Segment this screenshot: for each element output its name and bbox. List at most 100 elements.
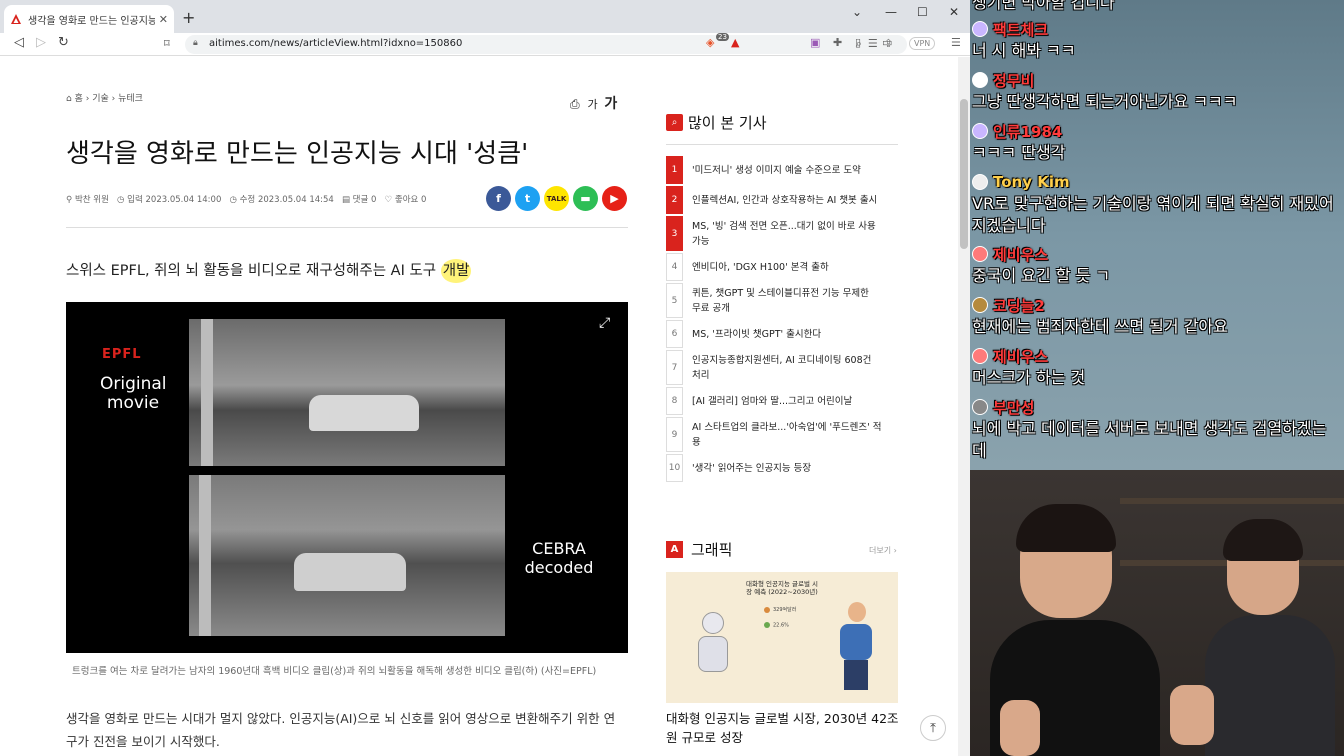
- popular-article-item[interactable]: 7 인공지능종합지원센터, AI 코디네이팅 608건 처리: [666, 350, 898, 387]
- popular-article-item[interactable]: 6 MS, '프라이빗 챗GPT' 출시한다: [666, 320, 898, 350]
- breadcrumb-home[interactable]: 홈: [75, 94, 83, 104]
- graphic-section-title: 그래픽: [691, 541, 733, 559]
- popular-article-item[interactable]: 5 퀴튼, 챗GPT 및 스테이블디퓨전 기능 무제한 무료 공개: [666, 283, 898, 320]
- chat-text: VR로 맞구현하는 기술이랑 엮이게 되면 확실히 재밌어 지겠습니다: [972, 194, 1334, 235]
- chat-username: Tony Kim: [993, 173, 1070, 191]
- title-line: 인공지능종합지원센터, AI 코디네이팅 608건: [692, 354, 872, 366]
- rank-number: 7: [666, 350, 683, 385]
- brave-shield-icon[interactable]: ◈: [706, 36, 714, 49]
- popular-articles-heading: ⌕ 많이 본 기사: [666, 112, 767, 133]
- graphic-heading: A 그래픽: [666, 539, 732, 560]
- breadcrumb-tech[interactable]: 기술: [92, 94, 109, 104]
- print-icon[interactable]: ⎙: [570, 97, 580, 111]
- lock-icon: 🔒︎: [193, 38, 198, 48]
- page-scrollbar[interactable]: [958, 57, 970, 756]
- popular-article-title[interactable]: '생각' 읽어주는 인공지능 등장: [692, 461, 811, 476]
- breadcrumb-newtech[interactable]: 뉴테크: [118, 94, 143, 104]
- popular-article-title[interactable]: [AI 갤러리] 엄마와 딸...그리고 어린이날: [692, 394, 852, 409]
- popular-article-title[interactable]: 인공지능종합지원센터, AI 코디네이팅 608건 처리: [692, 353, 871, 383]
- user-avatar-icon: [972, 246, 988, 262]
- kakaostory-share-icon[interactable]: ▬: [573, 186, 598, 211]
- scrollbar-thumb[interactable]: [960, 99, 968, 249]
- highlighted-word: 개발: [440, 259, 472, 283]
- popular-article-item[interactable]: 9 AI 스타트업의 클라보...'아숙업'에 '푸드렌즈' 적용: [666, 417, 898, 454]
- popular-article-item[interactable]: 10 '생각' 읽어주는 인공지능 등장: [666, 454, 898, 484]
- reload-icon[interactable]: ↻: [58, 35, 69, 50]
- rank-number: 8: [666, 387, 683, 415]
- forward-icon[interactable]: ▷: [36, 35, 46, 50]
- popular-article-item[interactable]: 8 [AI 갤러리] 엄마와 딸...그리고 어린이날: [666, 387, 898, 417]
- comment-count[interactable]: 댓글 0: [353, 195, 377, 205]
- minimize-icon[interactable]: —: [885, 5, 897, 19]
- wallet-icon[interactable]: ▭: [882, 36, 892, 49]
- popular-article-item[interactable]: 3 MS, '빙' 검색 전면 오픈...대기 없이 바로 사용 가능: [666, 216, 898, 253]
- address-bar[interactable]: 🔒︎ aitimes.com/news/articleView.html?idx…: [185, 35, 907, 54]
- home-icon[interactable]: ⌂: [66, 94, 72, 104]
- chat-username-row: 정무비: [972, 69, 1344, 91]
- rank-number: 5: [666, 283, 683, 318]
- search-icon: ⌕: [666, 114, 683, 131]
- stat-value: 329억달러: [773, 607, 797, 613]
- original-movie-frame: [189, 319, 505, 466]
- menu-icon[interactable]: ☰: [951, 36, 961, 49]
- popular-article-title[interactable]: MS, '빙' 검색 전면 오픈...대기 없이 바로 사용 가능: [692, 219, 876, 249]
- popular-article-title[interactable]: 퀴튼, 챗GPT 및 스테이블디퓨전 기능 무제한 무료 공개: [692, 286, 869, 316]
- chat-text: ㅋㅋㅋ 딴생각: [972, 143, 1066, 162]
- graphic-thumbnail[interactable]: 대화형 인공지능 글로벌 시장 예측 (2022~2030년) 329억달러 2…: [666, 572, 898, 703]
- divider: [666, 144, 898, 145]
- fullscreen-icon[interactable]: ⤢: [599, 315, 610, 331]
- chat-text: 머스크가 하는 것: [972, 368, 1086, 387]
- youtube-share-icon[interactable]: ▶: [602, 186, 627, 211]
- popular-article-item[interactable]: 4 엔비디아, 'DGX H100' 본격 출하: [666, 253, 898, 283]
- maximize-icon[interactable]: ☐: [917, 5, 928, 19]
- font-large-button[interactable]: 가: [604, 96, 617, 112]
- rewards-icon[interactable]: ▲: [731, 36, 739, 49]
- popular-article-title[interactable]: 엔비디아, 'DGX H100' 본격 출하: [692, 260, 829, 275]
- browser-tab[interactable]: 생각을 영화로 만드는 인공지능 / ✕: [4, 5, 174, 33]
- tab-search-icon[interactable]: ⌄: [852, 5, 862, 19]
- car-shape: [294, 553, 406, 591]
- font-small-button[interactable]: 가: [587, 98, 597, 111]
- scroll-to-top-button[interactable]: ⤒: [920, 715, 946, 741]
- popular-article-title[interactable]: AI 스타트업의 클라보...'아숙업'에 '푸드렌즈' 적용: [692, 420, 881, 450]
- chat-username-row: 부만성: [972, 396, 1344, 418]
- browser-toolbar: ◁ ▷ ↻ ⌑ 🔒︎ aitimes.com/news/articleView.…: [0, 33, 970, 56]
- chat-message: 팩트체크 너 시 해봐 ㅋㅋ: [972, 18, 1344, 62]
- graphic-caption[interactable]: 대화형 인공지능 글로벌 시장, 2030년 42조원 규모로 성장: [666, 709, 906, 747]
- popular-article-item[interactable]: 2 인플렉션AI, 인간과 상호작용하는 AI 챗봇 출시: [666, 186, 898, 216]
- vpn-button[interactable]: VPN: [909, 37, 936, 50]
- new-tab-icon[interactable]: +: [182, 8, 195, 27]
- user-avatar-icon: [972, 72, 988, 88]
- like-count[interactable]: 좋아요 0: [395, 195, 427, 205]
- article-video[interactable]: EPFL Original movie CEBRA decoded ⤢: [66, 302, 628, 653]
- article-subtitle: 스위스 EPFL, 쥐의 뇌 활동을 비디오로 재구성해주는 AI 도구 개발: [66, 259, 472, 283]
- rank-number: 3: [666, 216, 683, 251]
- popular-article-title[interactable]: MS, '프라이빗 챗GPT' 출시한다: [692, 327, 821, 342]
- rank-number: 4: [666, 253, 683, 281]
- published-date: 입력 2023.05.04 14:00: [127, 195, 222, 205]
- popular-article-title[interactable]: '미드저니' 생성 이미지 예술 수준으로 도약: [692, 163, 861, 178]
- graphic-stat: 22.6%: [764, 622, 789, 629]
- tab-close-icon[interactable]: ✕: [159, 13, 168, 26]
- extension-icon[interactable]: ▣: [810, 36, 820, 49]
- body-line: 구가 진전을 보이기 시작했다.: [66, 734, 220, 749]
- stat-value: 22.6%: [773, 622, 789, 629]
- popular-article-title[interactable]: 인플렉션AI, 인간과 상호작용하는 AI 챗봇 출시: [692, 193, 877, 208]
- bookmark-icon[interactable]: ⌑: [164, 37, 170, 50]
- chat-username-row: 제비우스: [972, 345, 1344, 367]
- title-line: '미드저니' 생성 이미지 예술 수준으로 도약: [692, 164, 861, 176]
- chat-text: 생기면 막아얄 겁니다: [972, 0, 1115, 12]
- more-link[interactable]: 더보기 ›: [869, 545, 897, 556]
- close-window-icon[interactable]: ✕: [949, 5, 959, 19]
- title-line: AI 스타트업의 클라보...'아숙업'에 '푸드렌즈' 적: [692, 421, 882, 433]
- twitter-share-icon[interactable]: t: [515, 186, 540, 211]
- chat-text: 현재에는 범죄자한테 쓰면 될거 같아요: [972, 317, 1228, 336]
- puzzle-icon[interactable]: ✚: [833, 36, 842, 49]
- shelf-shape: [1120, 498, 1344, 504]
- url-action-icons[interactable]: ⌕☰⇪: [856, 37, 899, 51]
- kakaotalk-share-icon[interactable]: TALK: [544, 186, 569, 211]
- sidebar-icon[interactable]: ▯: [855, 36, 861, 49]
- popular-article-item[interactable]: 1 '미드저니' 생성 이미지 예술 수준으로 도약: [666, 156, 898, 186]
- facebook-share-icon[interactable]: f: [486, 186, 511, 211]
- back-icon[interactable]: ◁: [14, 35, 24, 50]
